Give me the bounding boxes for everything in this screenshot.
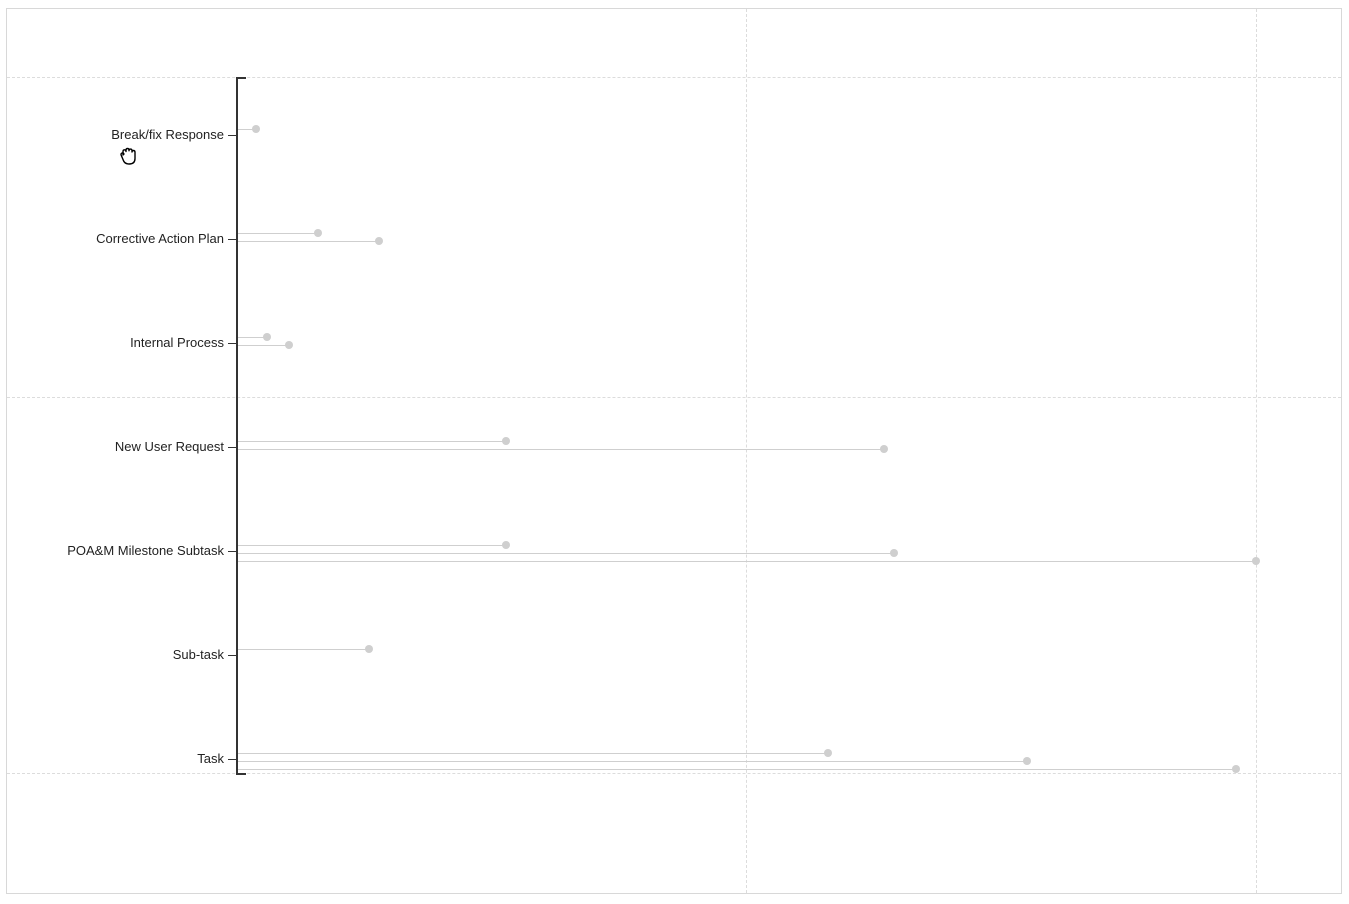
- gridline-vertical: [1256, 9, 1257, 893]
- data-point[interactable]: [824, 749, 832, 757]
- data-point[interactable]: [502, 541, 510, 549]
- data-stem: [238, 753, 828, 754]
- data-stem: [238, 545, 506, 546]
- data-stem: [238, 561, 1256, 562]
- y-tick-label: Internal Process: [130, 335, 224, 350]
- data-point[interactable]: [263, 333, 271, 341]
- data-point[interactable]: [880, 445, 888, 453]
- data-point[interactable]: [1023, 757, 1031, 765]
- y-tick-label: Corrective Action Plan: [96, 231, 224, 246]
- y-tick-label: Sub-task: [173, 647, 224, 662]
- y-tick: [228, 239, 236, 240]
- y-tick: [228, 551, 236, 552]
- grab-cursor-icon: [115, 141, 143, 169]
- data-stem: [238, 649, 369, 650]
- y-tick: [228, 655, 236, 656]
- chart-plot-area[interactable]: Break/fix Response Corrective Action Plan…: [7, 9, 1341, 893]
- data-point[interactable]: [375, 237, 383, 245]
- data-stem: [238, 449, 884, 450]
- data-stem: [238, 761, 1027, 762]
- y-tick-label: POA&M Milestone Subtask: [67, 543, 224, 558]
- data-stem: [238, 241, 379, 242]
- data-point[interactable]: [502, 437, 510, 445]
- y-axis-cap-bottom: [236, 773, 246, 775]
- data-point[interactable]: [890, 549, 898, 557]
- y-tick-label: Task: [197, 751, 224, 766]
- gridline-horizontal: [7, 773, 1341, 774]
- data-point[interactable]: [314, 229, 322, 237]
- gridline-horizontal: [7, 397, 1341, 398]
- gridline-horizontal: [7, 77, 1341, 78]
- y-tick: [228, 343, 236, 344]
- data-point[interactable]: [1252, 557, 1260, 565]
- data-point[interactable]: [1232, 765, 1240, 773]
- y-tick: [228, 759, 236, 760]
- y-axis: [236, 77, 238, 773]
- data-stem: [238, 769, 1236, 770]
- y-tick-label: Break/fix Response: [111, 127, 224, 142]
- chart-panel: Break/fix Response Corrective Action Plan…: [6, 8, 1342, 894]
- data-stem: [238, 553, 894, 554]
- data-point[interactable]: [285, 341, 293, 349]
- y-tick-label: New User Request: [115, 439, 224, 454]
- data-stem: [238, 441, 506, 442]
- y-tick: [228, 447, 236, 448]
- data-point[interactable]: [365, 645, 373, 653]
- y-axis-cap-top: [236, 77, 246, 79]
- data-stem: [238, 345, 289, 346]
- data-stem: [238, 233, 318, 234]
- data-point[interactable]: [252, 125, 260, 133]
- y-tick: [228, 135, 236, 136]
